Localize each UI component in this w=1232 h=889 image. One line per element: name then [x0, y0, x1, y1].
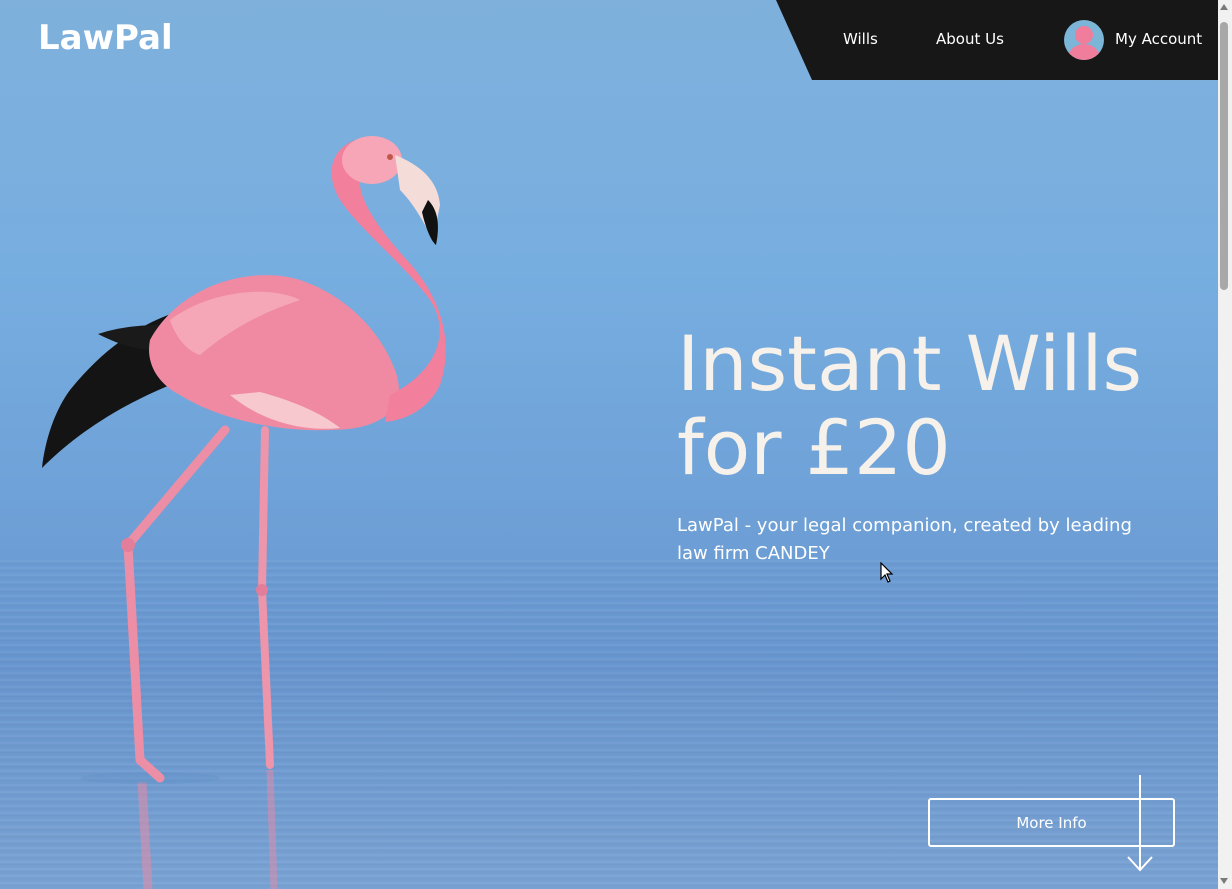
hero-section: LawPal Wills About Us My Account Instant…	[0, 0, 1218, 889]
hero-subtitle: LawPal - your legal companion, created b…	[677, 512, 1177, 568]
hero-headline: Instant Wills for £20	[677, 322, 1207, 490]
scrollbar-thumb[interactable]	[1220, 22, 1228, 290]
avatar-head	[1075, 26, 1093, 44]
arrow-down-icon[interactable]	[1126, 775, 1154, 873]
avatar-body	[1068, 44, 1100, 60]
subtitle-line-1: LawPal - your legal companion, created b…	[677, 515, 1132, 536]
logo[interactable]: LawPal	[38, 18, 173, 58]
flamingo-image	[42, 136, 446, 889]
scroll-up-arrow-icon[interactable]	[1220, 4, 1228, 10]
scroll-down-arrow-icon[interactable]	[1220, 878, 1228, 884]
headline-line-2: for £20	[677, 403, 951, 492]
user-avatar-icon[interactable]	[1064, 20, 1104, 60]
nav-link-about-us[interactable]: About Us	[936, 30, 1004, 48]
headline-line-1: Instant Wills	[677, 319, 1143, 408]
mouse-pointer-icon	[880, 562, 894, 583]
subtitle-line-2: law firm CANDEY	[677, 543, 830, 564]
my-account-link[interactable]: My Account	[1115, 30, 1202, 48]
nav-link-wills[interactable]: Wills	[843, 30, 878, 48]
